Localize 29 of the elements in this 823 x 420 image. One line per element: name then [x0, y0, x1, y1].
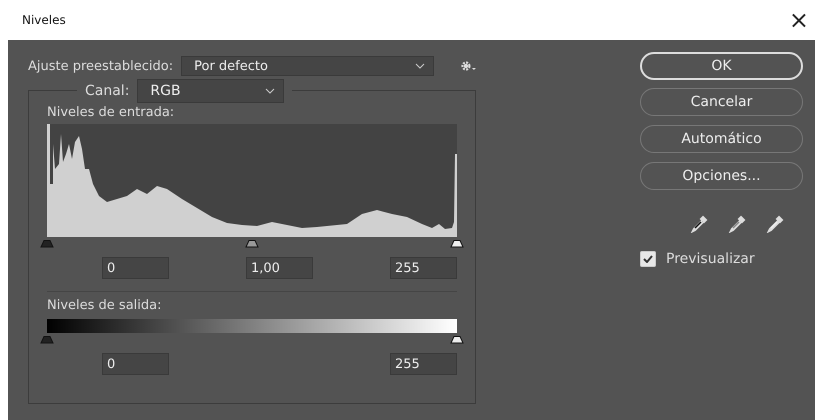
input-field[interactable]: 255 — [390, 353, 457, 375]
channel-label: Canal: — [85, 83, 130, 99]
input-field[interactable]: 255 — [390, 257, 457, 279]
preview-label: Previsualizar — [666, 251, 755, 267]
chevron-down-icon — [415, 63, 426, 69]
window-title: Niveles — [22, 13, 66, 27]
dialog-button[interactable]: Automático — [640, 125, 803, 153]
slider-handle[interactable] — [40, 335, 54, 344]
chevron-down-icon — [265, 88, 276, 94]
preset-label: Ajuste preestablecido: — [28, 58, 174, 74]
input-field[interactable]: 1,00 — [246, 257, 313, 279]
slider-handle[interactable] — [450, 239, 464, 248]
output-levels-label: Niveles de salida: — [47, 298, 162, 313]
eyedropper-icon[interactable] — [690, 215, 708, 233]
channel-dropdown[interactable]: RGB — [137, 79, 284, 103]
slider-handle[interactable] — [40, 239, 54, 248]
checkbox[interactable] — [640, 251, 656, 267]
close-button[interactable]: × — [784, 6, 813, 34]
eyedropper-icon[interactable] — [766, 215, 784, 233]
dialog-button[interactable]: Cancelar — [640, 88, 803, 116]
preset-dropdown[interactable]: Por defecto — [181, 56, 434, 76]
checkmark-icon — [643, 255, 653, 263]
dialog-button[interactable]: Opciones... — [640, 162, 803, 190]
input-levels-label: Niveles de entrada: — [47, 105, 176, 120]
slider-handle[interactable] — [450, 335, 464, 344]
input-field[interactable]: 0 — [102, 257, 169, 279]
dialog-button[interactable]: OK — [640, 52, 803, 80]
slider-handle[interactable] — [245, 239, 259, 248]
input-field[interactable]: 0 — [102, 353, 169, 375]
